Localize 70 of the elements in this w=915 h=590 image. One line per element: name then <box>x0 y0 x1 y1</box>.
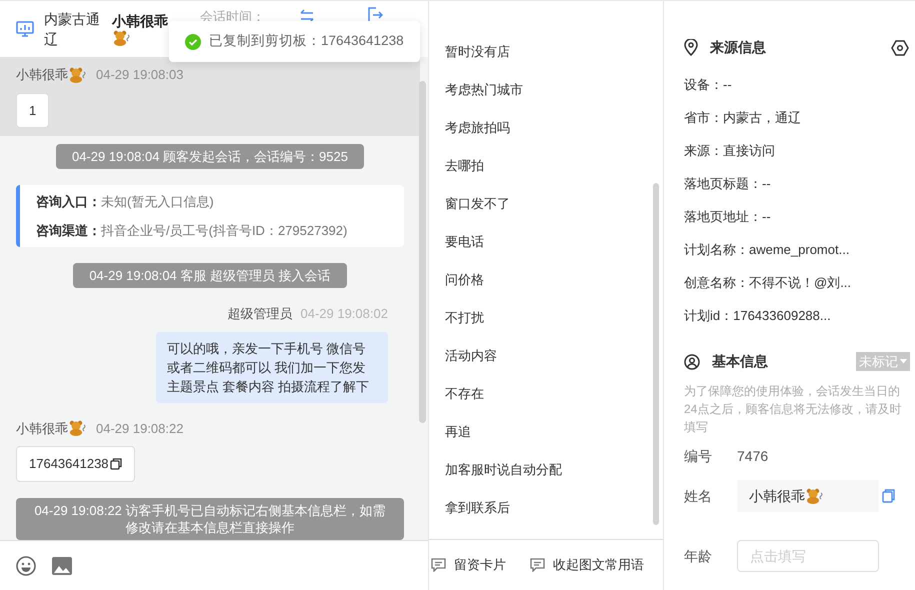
bear-icon <box>68 66 88 83</box>
monitor-icon <box>16 21 34 37</box>
phrase-item[interactable]: 要电话 <box>428 223 663 261</box>
phrase-item[interactable]: 问价格 <box>428 261 663 299</box>
emoji-icon[interactable] <box>16 556 36 576</box>
success-icon <box>185 34 201 50</box>
phrase-item[interactable]: 去哪拍 <box>428 147 663 185</box>
source-info-row-text: 落地页标题：-- <box>684 174 772 193</box>
section-title: 来源信息 <box>710 38 766 57</box>
field-value: 小韩很乖 <box>749 486 805 506</box>
field-label: 编号 <box>684 446 713 466</box>
info-value: 未知(暂无入口信息) <box>101 193 214 211</box>
scrollbar[interactable] <box>418 81 426 423</box>
section-title: 基本信息 <box>712 352 768 371</box>
phrase-item[interactable]: 考虑热门城市 <box>428 71 663 109</box>
phrase-toolbar-button[interactable]: 收起图文常用语 <box>530 555 644 575</box>
info-label: 咨询渠道： <box>36 222 101 240</box>
customer-location: 内蒙古通辽 <box>44 10 101 49</box>
source-info-row-text: 创意名称：不得不说！@刘... <box>684 274 852 292</box>
phrase-item[interactable]: 活动内容 <box>428 337 663 375</box>
message-text: 1 <box>29 102 36 120</box>
bear-icon <box>68 420 88 436</box>
message-icon <box>530 558 545 572</box>
name-field[interactable]: 小韩很乖 <box>737 480 879 512</box>
info-label: 咨询入口： <box>36 193 101 211</box>
phrase-item[interactable]: 拿到联系后 <box>428 489 663 527</box>
agent-message-bubble: 可以的哦，亲发一下手机号 微信号或者二维码都可以 我们加一下您发主题景点 套餐内容 拍摄流程了解下 <box>156 332 388 402</box>
image-icon[interactable] <box>52 556 72 574</box>
copy-icon[interactable] <box>110 458 122 470</box>
source-info-row-text: 计划id：176433609288... <box>684 306 832 325</box>
phrase-item[interactable]: 考虑旅拍吗 <box>428 109 663 147</box>
user-icon <box>684 354 700 370</box>
source-info-row-text: 落地页地址：-- <box>684 208 772 226</box>
source-info-row-text: 省市：内蒙古，通辽 <box>684 108 802 127</box>
notice-text: 为了保障您的使用体验，会话发生当日的24点之后，顾客信息将无法修改，请及时填写 <box>684 383 902 436</box>
source-info-row-text: 来源：直接访问 <box>684 142 776 160</box>
phrase-item[interactable]: 窗口发不了 <box>428 185 663 223</box>
phrase-toolbar-button[interactable]: 留资卡片 <box>430 555 506 575</box>
system-notice: 04-29 19:08:04 顾客发起会话，会话编号：9525 <box>56 144 364 169</box>
phrase-item[interactable]: 不打扰 <box>428 299 663 337</box>
settings-icon[interactable] <box>891 40 909 56</box>
exit-icon[interactable] <box>367 7 383 23</box>
system-notice: 04-29 19:08:04 客服 超级管理员 接入会话 <box>73 263 347 288</box>
customer-name: 小韩很乖 <box>112 12 169 30</box>
phrase-item[interactable]: 暂时没有店 <box>428 33 663 71</box>
message-icon <box>430 558 446 572</box>
bear-icon <box>805 488 825 504</box>
message-time: 04-29 19:08:02 <box>300 305 388 323</box>
message-time: 04-29 19:08:22 <box>96 420 184 438</box>
message-text: 17643641238 <box>29 455 109 473</box>
field-label: 姓名 <box>684 486 713 506</box>
caret-icon <box>900 359 907 364</box>
field-label: 年龄 <box>684 546 713 566</box>
message-time: 04-29 19:08:03 <box>96 66 184 84</box>
location-pin-icon <box>684 39 698 56</box>
system-notice: 04-29 19:08:22 访客手机号已自动标记右侧基本信息栏，如需修改请在基本信息栏直接操作 <box>16 498 404 540</box>
info-value: 抖音企业号/员工号(抖音号ID：279527392) <box>101 222 348 240</box>
sender-name: 小韩很乖 <box>16 66 68 84</box>
phrase-item[interactable]: 再追 <box>428 413 663 451</box>
phrase-item[interactable]: 不存在 <box>428 375 663 413</box>
field-value: 7476 <box>737 446 768 466</box>
sender-name: 小韩很乖 <box>16 420 68 438</box>
scrollbar[interactable] <box>653 183 659 525</box>
transfer-icon[interactable] <box>299 9 315 23</box>
source-info-row-text: 计划名称：aweme_promot... <box>684 240 850 259</box>
toast-text: 已复制到剪切板：17643641238 <box>209 32 404 50</box>
source-info-row-text: 设备：-- <box>684 76 733 94</box>
sender-name: 超级管理员 <box>227 305 292 323</box>
bear-icon <box>112 30 132 46</box>
phrase-item[interactable]: 加客服时说自动分配 <box>428 451 663 489</box>
